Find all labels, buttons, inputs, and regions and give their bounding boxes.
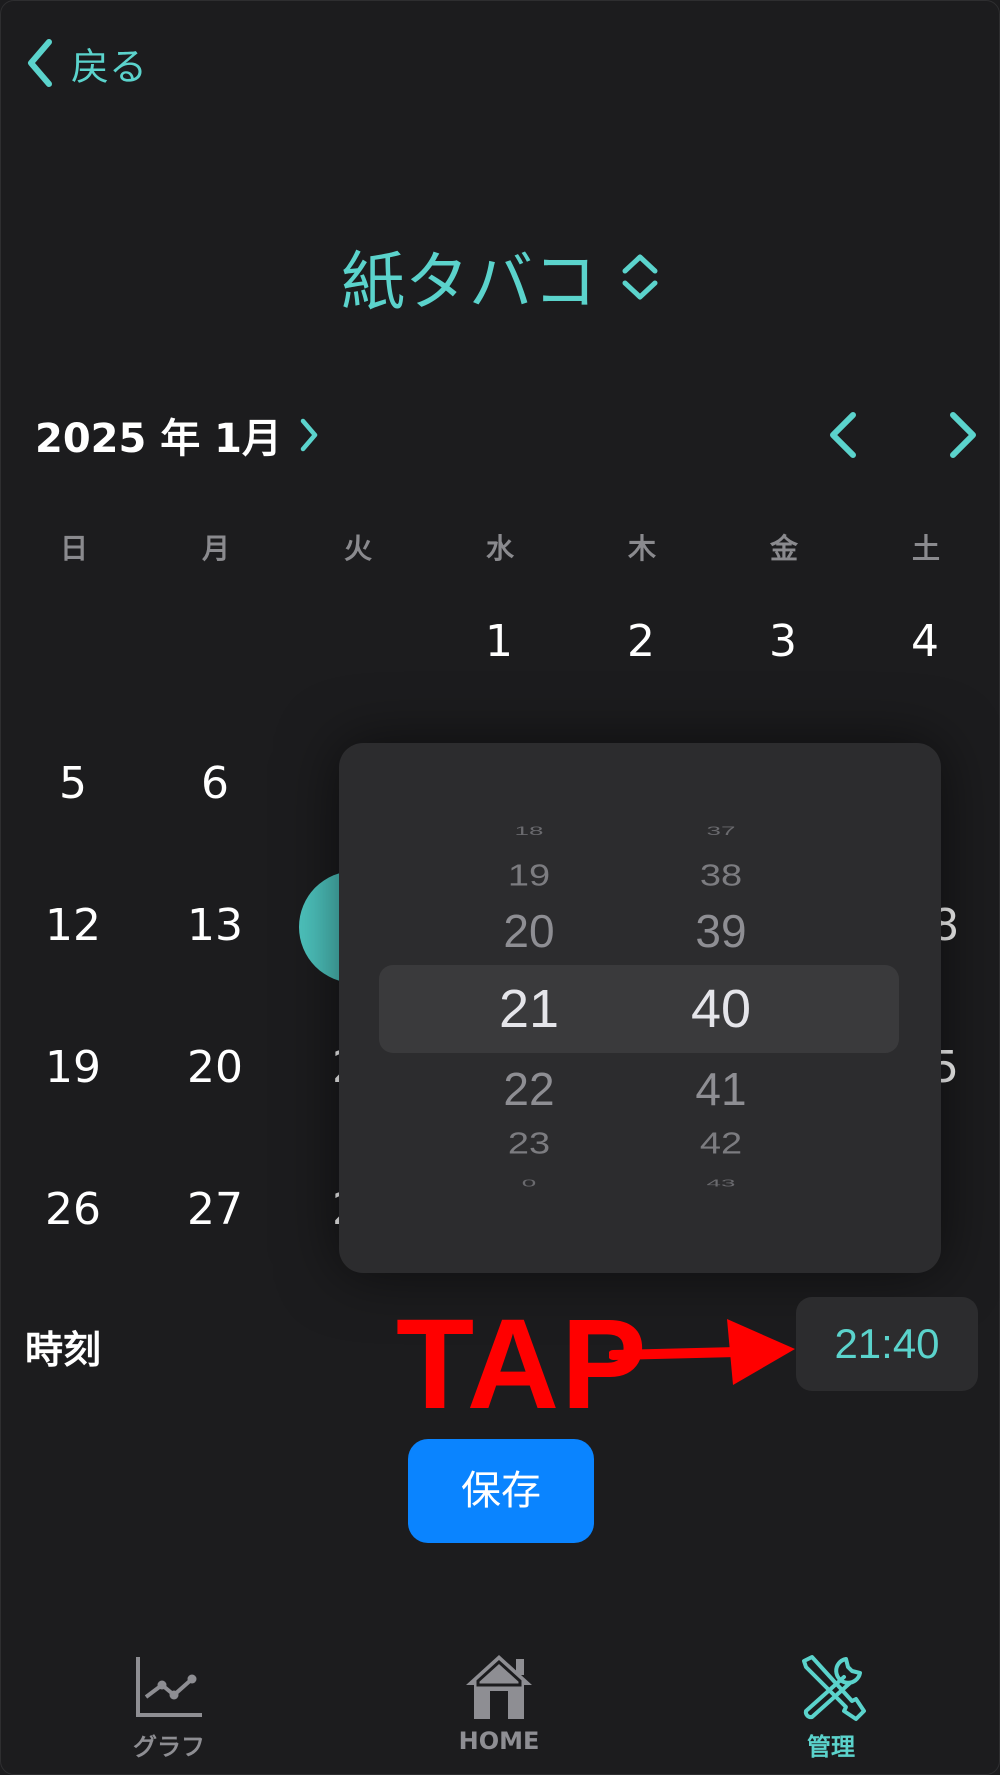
app-screen: 戻る 紙タバコ 2025 年 1月 日 月 火 水 木 金 土 1 2 3 4 <box>0 0 1000 1775</box>
minute-option: 42 <box>699 1127 743 1161</box>
selected-hour: 21 <box>498 979 560 1039</box>
calendar-day[interactable]: 19 <box>28 1023 118 1113</box>
minute-option: 38 <box>699 859 743 893</box>
month-picker-button[interactable]: 2025 年 1月 <box>35 406 320 464</box>
chevron-left-icon <box>28 39 52 87</box>
tab-label: HOME <box>458 1727 540 1755</box>
minute-option: 37 <box>706 824 736 838</box>
month-label: 2025 年 1月 <box>35 416 283 462</box>
tab-home[interactable]: HOME <box>399 1651 599 1775</box>
calendar-day[interactable]: 5 <box>28 739 118 829</box>
chevron-right-icon <box>300 418 318 452</box>
hour-option: 19 <box>507 859 551 893</box>
selected-minute: 40 <box>690 979 752 1039</box>
time-label: 時刻 <box>25 1328 102 1372</box>
weekday-label: 木 <box>627 532 656 565</box>
calendar-day[interactable]: 2 <box>596 597 686 687</box>
weekday-label: 金 <box>769 532 798 565</box>
time-picker-popover: 18 19 20 21 22 23 0 37 38 39 40 41 42 43 <box>339 743 941 1273</box>
next-month-button[interactable] <box>943 409 983 461</box>
chart-icon <box>136 1657 202 1717</box>
category-selector[interactable]: 紙タバコ <box>1 231 1000 323</box>
hour-option: 20 <box>503 905 555 957</box>
calendar-day[interactable]: 4 <box>880 597 970 687</box>
calendar-day[interactable]: 26 <box>28 1165 118 1255</box>
weekday-label: 日 <box>59 532 88 565</box>
back-label: 戻る <box>71 44 148 89</box>
hour-option: 22 <box>503 1063 555 1115</box>
weekday-label: 月 <box>201 532 230 565</box>
minute-wheel[interactable]: 37 38 39 40 41 42 43 <box>621 743 821 1273</box>
tab-label: 管理 <box>807 1733 855 1761</box>
minute-option: 41 <box>695 1063 747 1115</box>
hour-wheel[interactable]: 18 19 20 21 22 23 0 <box>429 743 629 1273</box>
minute-option: 43 <box>706 1177 736 1189</box>
calendar-day[interactable]: 27 <box>170 1165 260 1255</box>
tab-label: グラフ <box>133 1733 205 1761</box>
tab-graph[interactable]: グラフ <box>69 1651 269 1775</box>
tab-manage[interactable]: 管理 <box>731 1651 931 1775</box>
calendar-day[interactable]: 6 <box>170 739 260 829</box>
hour-option: 0 <box>521 1177 537 1189</box>
weekday-label: 火 <box>343 532 372 565</box>
calendar-day[interactable]: 20 <box>170 1023 260 1113</box>
previous-month-button[interactable] <box>823 409 863 461</box>
calendar-day[interactable]: 12 <box>28 881 118 971</box>
save-button[interactable]: 保存 <box>408 1439 594 1543</box>
tools-icon <box>802 1655 866 1721</box>
calendar-day[interactable]: 1 <box>454 597 544 687</box>
time-value-button[interactable]: 21:40 <box>796 1297 978 1391</box>
back-button[interactable]: 戻る <box>23 35 147 91</box>
minute-option: 39 <box>695 905 747 957</box>
tab-bar: グラフ HOME 管理 <box>1 1651 1000 1775</box>
home-icon <box>466 1655 532 1719</box>
arrow-right-icon <box>609 1319 795 1385</box>
weekday-label: 土 <box>911 532 940 565</box>
chevron-up-down-icon <box>622 254 658 300</box>
hour-option: 18 <box>514 824 544 838</box>
weekday-label: 水 <box>485 532 514 565</box>
calendar-day[interactable]: 13 <box>170 881 260 971</box>
calendar-day[interactable]: 3 <box>738 597 828 687</box>
hour-option: 23 <box>507 1127 551 1161</box>
page-title: 紙タバコ <box>341 246 597 320</box>
